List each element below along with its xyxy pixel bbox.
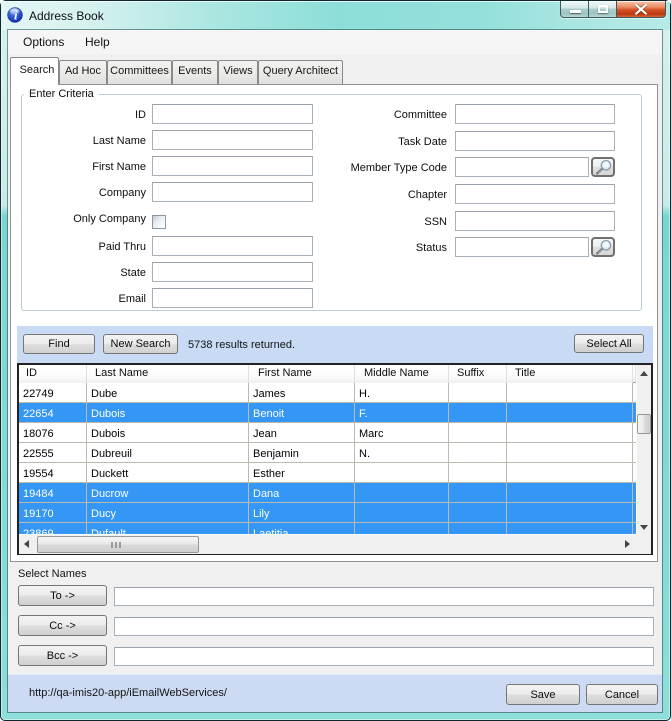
svg-text:i: i (14, 8, 18, 23)
